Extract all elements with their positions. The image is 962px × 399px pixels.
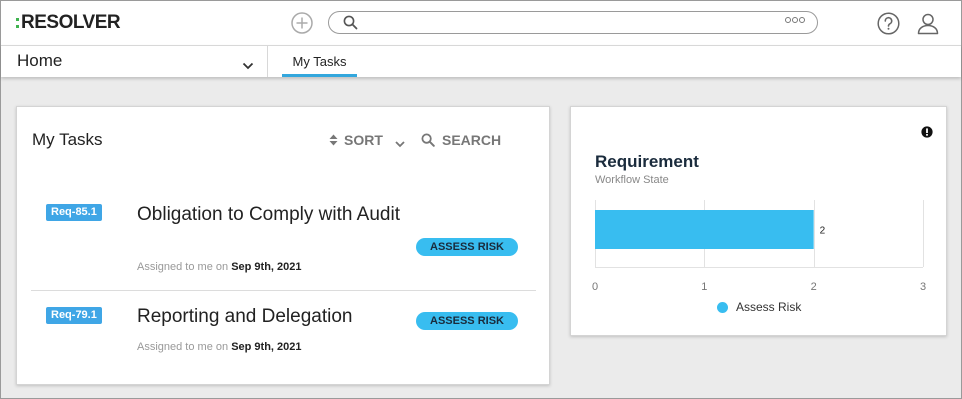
x-tick-label: 2	[811, 281, 817, 293]
legend-label: Assess Risk	[736, 300, 802, 314]
sort-button[interactable]: SORT	[329, 132, 383, 148]
resolver-logo[interactable]: RESOLVER	[16, 12, 121, 34]
x-tick-label: 1	[701, 281, 707, 293]
logo-mark	[16, 18, 19, 28]
status-badge: ASSESS RISK	[416, 312, 518, 330]
active-tab-indicator	[282, 74, 357, 77]
task-title[interactable]: Obligation to Comply with Audit	[137, 204, 400, 226]
task-id-badge: Req-79.1	[46, 307, 102, 324]
assigned-info: Assigned to me on Sep 9th, 2021	[137, 341, 302, 353]
tab-label: My Tasks	[292, 54, 347, 69]
sort-label: SORT	[344, 132, 383, 148]
add-icon[interactable]	[291, 12, 313, 34]
search-tasks-button[interactable]: SEARCH	[421, 132, 501, 148]
page-selector[interactable]: Home	[1, 46, 268, 77]
chevron-down-icon[interactable]	[395, 135, 405, 153]
page-selector-label: Home	[17, 51, 63, 70]
bar[interactable]	[595, 210, 814, 249]
requirement-chart-panel: Requirement Workflow State 20123 Assess …	[570, 106, 947, 336]
sort-icon	[329, 134, 338, 146]
help-icon[interactable]	[877, 12, 900, 35]
top-bar: RESOLVER	[1, 1, 961, 45]
more-options-icon[interactable]	[785, 17, 805, 23]
task-id-badge: Req-85.1	[46, 204, 102, 221]
chart-legend[interactable]: Assess Risk	[717, 300, 801, 314]
legend-swatch	[717, 301, 728, 313]
search-label: SEARCH	[442, 132, 502, 148]
logo-text: RESOLVER	[21, 12, 121, 33]
search-icon	[421, 133, 435, 147]
assigned-prefix: Assigned to me on	[137, 261, 229, 273]
global-search-input[interactable]	[328, 11, 818, 34]
my-tasks-panel: My Tasks SORT SEARCH Req-85.1 Obligation…	[16, 106, 550, 385]
chevron-down-icon	[242, 57, 254, 75]
nav-bar: Home My Tasks	[1, 45, 961, 77]
status-badge: ASSESS RISK	[416, 238, 518, 256]
task-row[interactable]: Req-79.1 Reporting and Delegation ASSESS…	[31, 291, 536, 383]
task-row[interactable]: Req-85.1 Obligation to Comply with Audit…	[31, 191, 536, 291]
assigned-date: Sep 9th, 2021	[231, 261, 302, 273]
tab-my-tasks[interactable]: My Tasks	[282, 46, 357, 77]
search-icon	[343, 15, 358, 35]
data-label: 2	[820, 226, 826, 237]
x-tick-label: 3	[920, 281, 926, 293]
assigned-date: Sep 9th, 2021	[231, 341, 302, 353]
assigned-prefix: Assigned to me on	[137, 341, 229, 353]
user-icon[interactable]	[916, 11, 940, 35]
x-tick-label: 0	[592, 281, 598, 293]
task-title[interactable]: Reporting and Delegation	[137, 306, 353, 328]
assigned-info: Assigned to me on Sep 9th, 2021	[137, 261, 302, 273]
panel-title: My Tasks	[32, 130, 103, 149]
